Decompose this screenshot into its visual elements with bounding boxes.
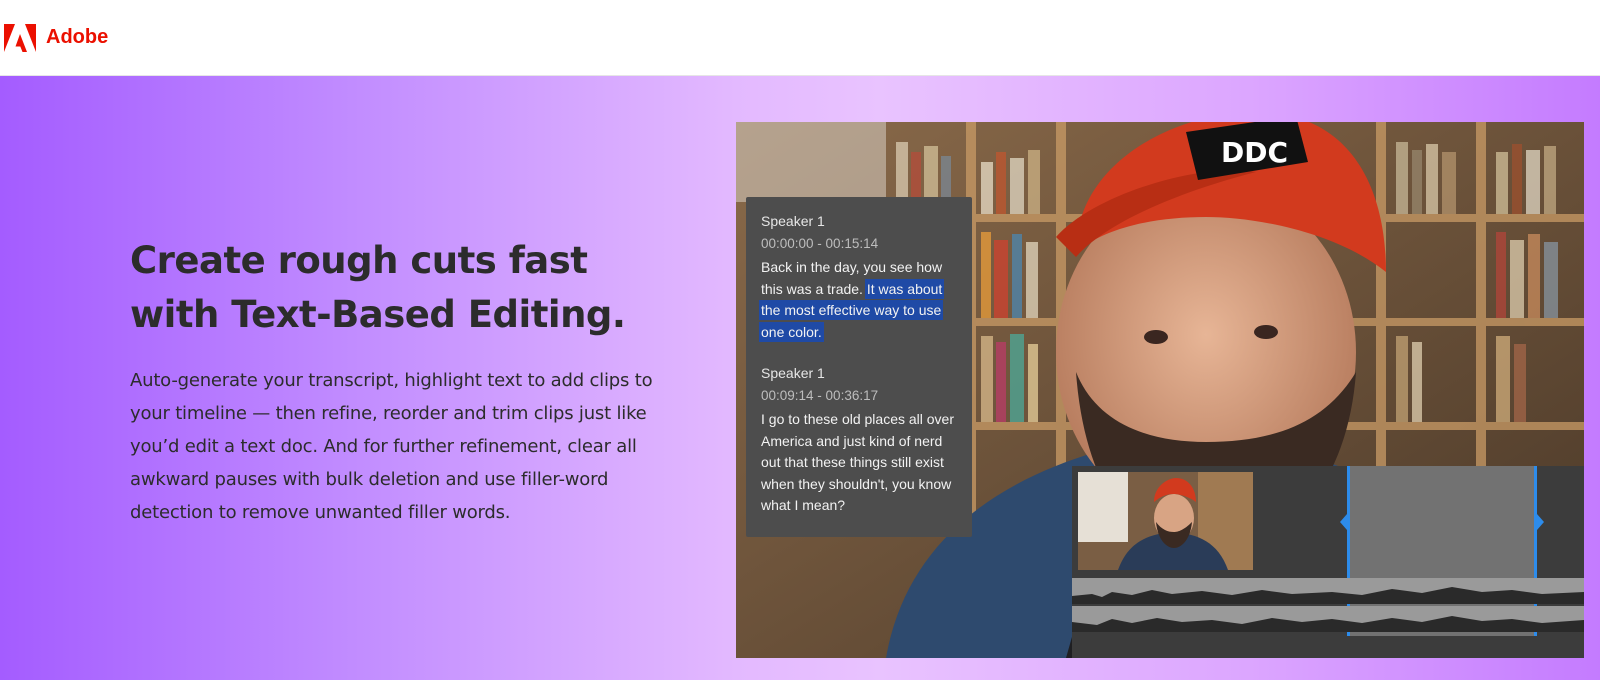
transcript-timecode: 00:09:14 - 00:36:17 [761, 388, 879, 403]
product-video[interactable]: DDC Speaker 1 00:00:00 - 00:15:14 Back i… [736, 122, 1584, 658]
adobe-logo-link[interactable]: Adobe [4, 23, 109, 52]
transcript-entry[interactable]: Speaker 1 00:09:14 - 00:36:17 I go to th… [761, 363, 958, 517]
adobe-logo-icon [4, 23, 36, 52]
audio-waveform [1072, 587, 1584, 604]
transcript-speaker: Speaker 1 [761, 213, 825, 229]
transcript-speaker: Speaker 1 [761, 365, 825, 381]
timeline-panel[interactable] [1072, 466, 1584, 658]
transcript-panel[interactable]: Speaker 1 00:00:00 - 00:15:14 Back in th… [746, 197, 972, 537]
brand-name: Adobe [46, 26, 109, 48]
clip-thumbnail-image [1078, 472, 1253, 570]
audio-waveform [1072, 616, 1584, 632]
hero-headline: Create rough cuts fast with Text-Based E… [130, 239, 626, 336]
hero-section: Create rough cuts fast with Text-Based E… [0, 76, 1600, 680]
audio-track-2[interactable] [1072, 606, 1584, 632]
clip-thumbnail[interactable] [1078, 472, 1253, 570]
transcript-entry[interactable]: Speaker 1 00:00:00 - 00:15:14 Back in th… [761, 211, 958, 343]
transcript-timecode: 00:00:00 - 00:15:14 [761, 236, 879, 251]
audio-track-1[interactable] [1072, 578, 1584, 604]
hero-copy: Create rough cuts fast with Text-Based E… [130, 234, 670, 529]
hero-description: Auto-generate your transcript, highlight… [130, 370, 653, 523]
site-header: Adobe [0, 0, 1600, 76]
transcript-text[interactable]: I go to these old places all over Americ… [761, 409, 958, 517]
transcript-text[interactable]: Back in the day, you see how this was a … [761, 257, 958, 343]
cap-text: DDC [1221, 136, 1288, 169]
